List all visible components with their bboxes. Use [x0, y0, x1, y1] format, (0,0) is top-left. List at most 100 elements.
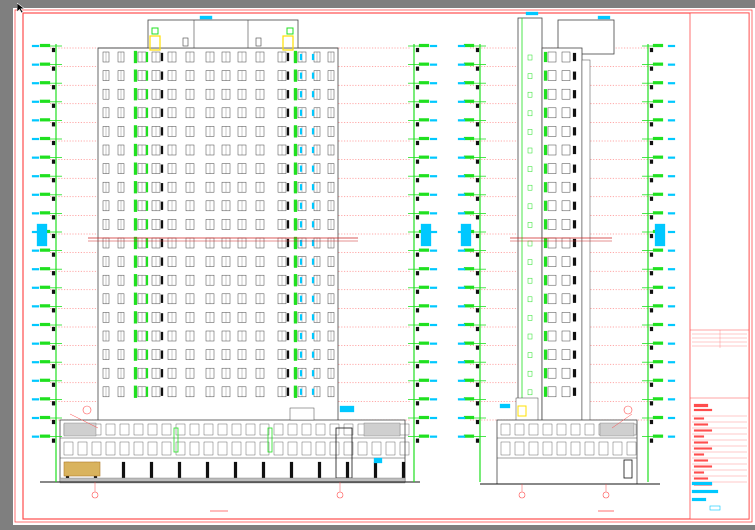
- level-text-green: [463, 360, 475, 364]
- level-triangle: [415, 308, 420, 313]
- level-value-cyan: [31, 137, 40, 141]
- level-value-cyan: [31, 100, 40, 103]
- front-green-stripe: [293, 368, 297, 379]
- side-dark-stripe: [572, 369, 577, 378]
- level-triangle: [475, 289, 480, 294]
- level-triangle: [51, 271, 56, 276]
- level-triangle: [415, 196, 420, 201]
- front-green-stripe: [145, 89, 149, 100]
- balcony-green: [133, 69, 138, 82]
- level-text-green: [652, 192, 664, 196]
- level-triangle: [649, 159, 654, 164]
- level-triangle: [649, 271, 654, 276]
- balcony-green: [133, 50, 138, 64]
- level-triangle: [475, 103, 480, 108]
- level-value-cyan: [429, 268, 438, 271]
- level-text-green: [463, 81, 475, 85]
- level-value-cyan: [457, 323, 466, 327]
- level-text-green: [463, 267, 475, 271]
- level-text-green: [463, 118, 475, 122]
- podium-column: [261, 461, 266, 479]
- side-green-stripe: [543, 293, 548, 304]
- side-green-stripe: [543, 200, 548, 211]
- side-window: [561, 181, 571, 193]
- level-triangle: [475, 252, 480, 257]
- side-dark-stripe: [572, 90, 577, 99]
- level-value-cyan: [31, 361, 40, 364]
- pointer-cursor-icon: [17, 3, 25, 13]
- level-text-green: [463, 285, 475, 289]
- window-frame-dark: [160, 276, 164, 285]
- front-green-stripe: [293, 330, 297, 342]
- level-value-cyan: [31, 342, 40, 345]
- level-triangle: [51, 438, 56, 443]
- level-value-cyan: [31, 212, 40, 215]
- level-text-green: [418, 397, 430, 401]
- level-text-green: [39, 81, 51, 85]
- window-frame-dark: [286, 220, 290, 229]
- front-cyan-stripe: [311, 370, 315, 377]
- window-frame-dark: [286, 108, 290, 117]
- level-value-cyan: [429, 119, 438, 122]
- level-triangle: [475, 438, 480, 443]
- front-cyan-stripe: [299, 72, 303, 79]
- window-frame-dark: [160, 145, 164, 155]
- level-value-cyan: [457, 342, 466, 345]
- level-triangle: [415, 419, 420, 425]
- level-triangle: [51, 308, 56, 313]
- side-podium: [480, 405, 660, 512]
- side-window: [547, 88, 557, 100]
- cad-viewport[interactable]: [0, 0, 755, 530]
- side-podium-hatch: [599, 422, 635, 437]
- level-text-green: [418, 285, 430, 289]
- level-triangle: [649, 252, 654, 257]
- window-frame-dark: [286, 183, 290, 192]
- side-green-stripe: [543, 349, 548, 360]
- front-green-stripe: [293, 70, 297, 81]
- level-text-green: [418, 360, 430, 364]
- level-text-green: [418, 174, 430, 178]
- side-window: [561, 70, 571, 81]
- front-cyan-stripe: [311, 72, 315, 79]
- front-green-stripe: [145, 256, 149, 267]
- level-value-cyan: [667, 193, 676, 196]
- front-green-stripe: [293, 256, 297, 267]
- drawing-canvas[interactable]: [0, 0, 755, 530]
- level-triangle: [51, 103, 56, 108]
- level-triangle: [475, 364, 480, 369]
- front-green-stripe: [293, 219, 297, 230]
- window-frame-dark: [160, 387, 164, 396]
- level-value-cyan: [429, 342, 438, 345]
- level-text-green: [39, 285, 51, 289]
- level-value-cyan: [31, 156, 40, 159]
- level-triangle: [475, 326, 480, 332]
- level-text-green: [39, 211, 51, 215]
- title-block-text: [693, 477, 709, 480]
- side-dark-stripe: [572, 331, 577, 341]
- level-text-green: [418, 118, 430, 122]
- podium-outline: [59, 419, 406, 483]
- front-cyan-stripe: [299, 128, 303, 135]
- level-text-green: [39, 174, 51, 178]
- window-frame-dark: [286, 52, 290, 62]
- level-mid-tag: [36, 223, 48, 247]
- detail-marker: [82, 405, 92, 415]
- front-cyan-stripe: [311, 221, 315, 228]
- level-triangle: [475, 85, 480, 90]
- title-block-logo-bar: [693, 408, 713, 412]
- level-value-cyan: [457, 137, 466, 141]
- side-green-stripe: [543, 368, 548, 379]
- level-triangle: [51, 252, 56, 257]
- side-window: [547, 330, 557, 342]
- side-window: [561, 330, 571, 342]
- level-text-green: [652, 434, 664, 438]
- title-block-cyan-text: [691, 497, 707, 502]
- level-triangle: [415, 364, 420, 369]
- level-value-cyan: [457, 305, 466, 308]
- level-mid-tag: [654, 223, 666, 247]
- side-window: [561, 367, 571, 379]
- level-text-green: [39, 99, 51, 103]
- balcony-green: [133, 88, 138, 101]
- level-text-green: [463, 211, 475, 215]
- side-balcony-strip: [581, 59, 591, 424]
